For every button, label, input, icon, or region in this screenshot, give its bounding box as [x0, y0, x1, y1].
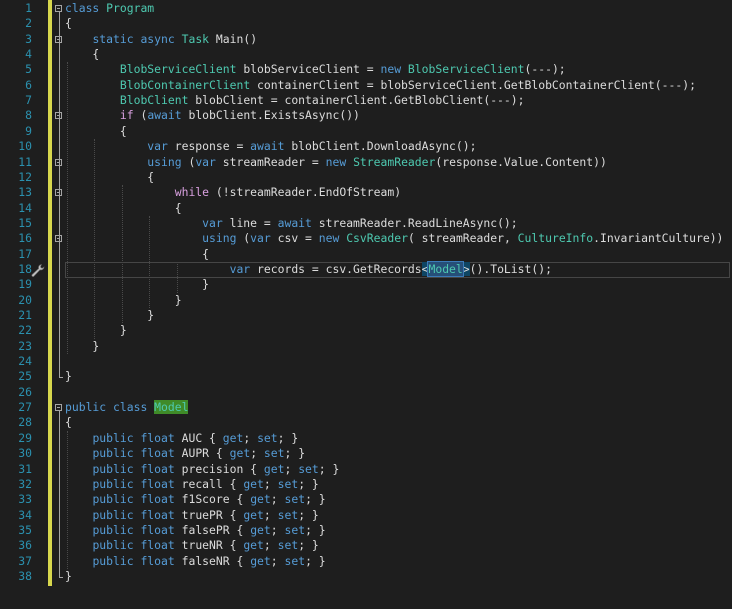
code-line[interactable]: if (await blobClient.ExistsAsync()) [65, 108, 360, 123]
line-number: 2 [25, 16, 32, 31]
collapse-icon[interactable] [55, 5, 62, 12]
code-line[interactable]: static async Task Main() [65, 32, 257, 47]
code-line[interactable]: } [65, 323, 127, 338]
code-line[interactable]: BlobClient blobClient = containerClient.… [65, 93, 525, 108]
code-line[interactable]: public float falseNR { get; set; } [65, 554, 325, 569]
code-line[interactable]: } [65, 293, 182, 308]
code-line[interactable]: class Program [65, 1, 154, 16]
line-number: 35 [18, 522, 32, 537]
line-number: 30 [18, 446, 32, 461]
code-line[interactable]: public float falsePR { get; set; } [65, 523, 325, 538]
line-number: 24 [18, 354, 32, 369]
code-line[interactable]: public float precision { get; set; } [65, 462, 339, 477]
fold-region-end [59, 377, 63, 379]
line-number: 10 [18, 139, 32, 154]
code-line[interactable]: public float f1Score { get; set; } [65, 492, 325, 507]
line-number: 8 [25, 108, 32, 123]
line-number: 5 [25, 62, 32, 77]
line-number: 15 [18, 215, 32, 230]
code-line[interactable]: } [65, 339, 99, 354]
line-number: 34 [18, 507, 32, 522]
line-number: 22 [18, 323, 32, 338]
line-number: 31 [18, 461, 32, 476]
line-number: 25 [18, 369, 32, 384]
change-tracking-bar [48, 0, 52, 586]
fold-region-line [59, 411, 60, 577]
code-line[interactable]: using (var streamReader = new StreamRead… [65, 155, 607, 170]
line-number: 36 [18, 538, 32, 553]
line-number: 18 [18, 261, 32, 276]
code-line[interactable]: var response = await blobClient.Download… [65, 139, 476, 154]
code-line[interactable]: { [65, 124, 127, 139]
line-number: 6 [25, 77, 32, 92]
code-line[interactable]: { [65, 415, 72, 430]
line-number: 17 [18, 246, 32, 261]
code-line[interactable]: public float AUC { get; set; } [65, 431, 298, 446]
line-number: 14 [18, 200, 32, 215]
line-number: 33 [18, 492, 32, 507]
code-line[interactable]: public float recall { get; set; } [65, 477, 318, 492]
code-line[interactable]: BlobServiceClient blobServiceClient = ne… [65, 62, 566, 77]
code-line[interactable]: { [65, 16, 72, 31]
line-number: 38 [18, 568, 32, 583]
code-line[interactable]: public float trueNR { get; set; } [65, 538, 318, 553]
line-number: 13 [18, 185, 32, 200]
line-number: 28 [18, 415, 32, 430]
code-line[interactable]: BlobContainerClient containerClient = bl… [65, 78, 696, 93]
line-number: 27 [18, 400, 32, 415]
collapse-icon[interactable] [55, 404, 62, 412]
line-number: 7 [25, 93, 32, 108]
line-number: 9 [25, 123, 32, 138]
code-line[interactable]: public float AUPR { get; set; } [65, 446, 305, 461]
line-number: 11 [18, 154, 32, 169]
code-line[interactable]: } [65, 569, 72, 584]
line-number: 37 [18, 553, 32, 568]
line-number: 23 [18, 338, 32, 353]
code-line[interactable]: } [65, 308, 154, 323]
code-line[interactable]: using (var csv = new CsvReader( streamRe… [65, 231, 723, 246]
line-number-gutter: 1 2 3 4 5 6 7 8 9 10 11 12 13 14 15 16 17 18 19 20 21 22 23 24 2… [0, 0, 40, 609]
code-line[interactable]: } [65, 369, 72, 384]
line-number: 1 [25, 1, 32, 15]
code-line[interactable]: { [65, 47, 99, 62]
line-number: 12 [18, 169, 32, 184]
code-line[interactable]: var records = csv.GetRecords<Model>().To… [65, 260, 552, 277]
fold-region-line [59, 12, 60, 378]
line-number: 21 [18, 308, 32, 322]
code-line[interactable]: { [65, 247, 209, 262]
line-number: 4 [25, 47, 32, 62]
code-editor[interactable]: 1 2 3 4 5 6 7 8 9 10 11 12 13 14 15 16 17 18 19 20 21 22 23 24 2… [0, 0, 732, 609]
line-number: 29 [18, 430, 32, 445]
line-number: 16 [18, 231, 32, 246]
line-number: 19 [18, 277, 32, 292]
wrench-icon[interactable] [31, 264, 45, 277]
fold-region-end [59, 576, 63, 578]
code-line[interactable]: public float truePR { get; set; } [65, 508, 318, 523]
code-line[interactable]: public class Model [65, 400, 189, 415]
code-line[interactable]: var line = await streamReader.ReadLineAs… [65, 216, 517, 231]
code-line[interactable]: { [65, 201, 182, 216]
code-line[interactable]: { [65, 170, 154, 185]
line-number: 3 [25, 31, 32, 46]
code-line[interactable]: while (!streamReader.EndOfStream) [65, 185, 401, 200]
line-number: 20 [18, 292, 32, 307]
line-number: 26 [18, 384, 32, 399]
code-line[interactable]: } [65, 277, 209, 292]
line-number: 32 [18, 476, 32, 491]
